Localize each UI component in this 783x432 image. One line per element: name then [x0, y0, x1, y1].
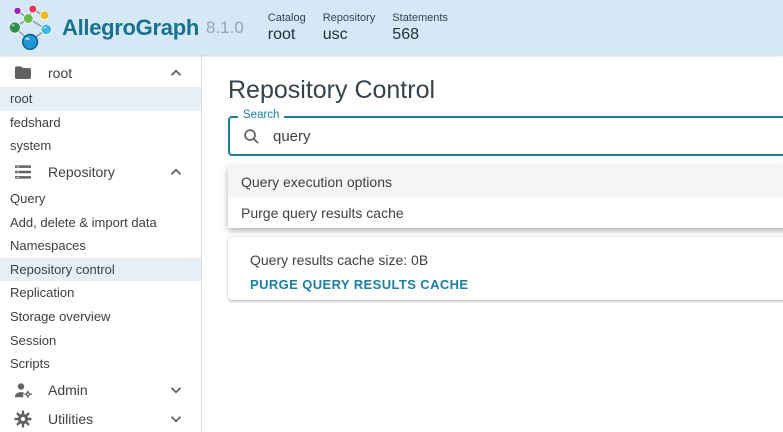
molecule-logo-icon [8, 4, 52, 50]
search-field-label: Search [238, 109, 285, 121]
chevron-up-icon [167, 64, 185, 82]
sidebar-item-fedshard[interactable]: fedshard [0, 111, 201, 135]
sidebar-item-namespaces[interactable]: Namespaces [0, 234, 201, 258]
sidebar-item-add-delete-import[interactable]: Add, delete & import data [0, 210, 201, 234]
chevron-down-icon [167, 410, 185, 428]
app-header: AllegroGraph 8.1.0 Catalog root Reposito… [0, 0, 783, 55]
sidebar: root root fedshard system Repository Que… [0, 55, 202, 432]
stat-value: root [267, 25, 296, 43]
purge-cache-button[interactable]: PURGE QUERY RESULTS CACHE [242, 273, 477, 296]
main-content: Repository Control Search Query executio… [202, 55, 783, 432]
sidebar-item-storage-overview[interactable]: Storage overview [0, 305, 201, 329]
search-input[interactable] [273, 127, 777, 145]
stat-repository: Repository usc [323, 12, 376, 44]
folder-icon [13, 63, 34, 83]
sidebar-section-label: Repository [48, 164, 115, 181]
search-results-dropdown: Query execution options Purge query resu… [228, 166, 783, 228]
stat-statements: Statements 568 [392, 12, 448, 44]
result-purge-query-results-cache[interactable]: Purge query results cache [228, 197, 783, 228]
query-cache-card: Query results cache size: 0B PURGE QUERY… [228, 237, 783, 300]
cache-size-text: Query results cache size: 0B [250, 252, 429, 268]
sidebar-section-admin[interactable]: Admin [0, 376, 201, 405]
stat-catalog: Catalog root [268, 12, 306, 44]
sidebar-item-scripts[interactable]: Scripts [0, 352, 201, 376]
app-version: 8.1.0 [205, 17, 244, 37]
sidebar-item-root[interactable]: root [0, 87, 201, 111]
sidebar-item-system[interactable]: system [0, 134, 201, 158]
storage-icon [13, 162, 34, 182]
chevron-down-icon [167, 381, 185, 399]
stat-value: 568 [392, 25, 419, 43]
sidebar-section-label: root [48, 64, 73, 81]
result-query-execution-options[interactable]: Query execution options [228, 166, 783, 197]
repo-stats: Catalog root Repository usc Statements 5… [268, 12, 448, 44]
sidebar-section-root[interactable]: root [0, 58, 201, 87]
admin-icon [13, 380, 34, 400]
sidebar-section-utilities[interactable]: Utilities [0, 405, 201, 432]
brand-name: AllegroGraph [62, 14, 199, 40]
search-field: Search [228, 109, 783, 156]
stat-label: Repository [322, 11, 376, 24]
sidebar-item-query[interactable]: Query [0, 187, 201, 211]
page-title: Repository Control [228, 76, 436, 104]
search-icon [244, 128, 259, 144]
stat-label: Statements [392, 11, 448, 24]
gear-icon [13, 409, 34, 429]
app-logo[interactable]: AllegroGraph 8.1.0 [0, 3, 244, 52]
stat-value: usc [322, 25, 348, 43]
sidebar-section-repository[interactable]: Repository [0, 158, 201, 187]
stat-label: Catalog [267, 11, 306, 24]
sidebar-item-session[interactable]: Session [0, 328, 201, 352]
chevron-up-icon [167, 163, 185, 181]
sidebar-item-replication[interactable]: Replication [0, 281, 201, 305]
search-box[interactable] [228, 116, 783, 156]
sidebar-section-label: Admin [48, 382, 88, 399]
sidebar-section-label: Utilities [48, 411, 94, 428]
sidebar-item-repository-control[interactable]: Repository control [0, 257, 201, 282]
